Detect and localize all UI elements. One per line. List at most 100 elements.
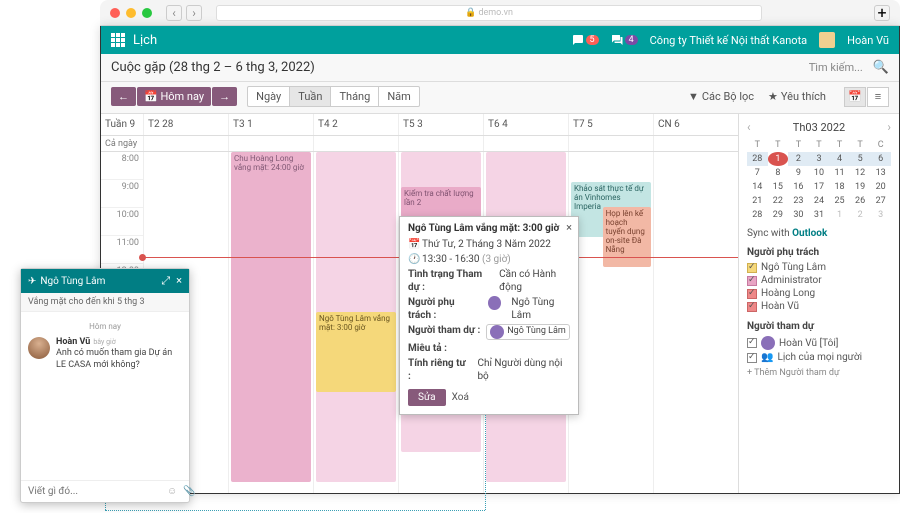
view-month-tab[interactable]: Tháng (331, 86, 379, 107)
star-icon: ★ (768, 90, 778, 103)
checkbox-icon (747, 353, 757, 363)
chat-today-label: Hôm nay (28, 316, 182, 333)
popover-status: Cần có Hành động (499, 268, 570, 294)
mini-prev-icon[interactable]: ‹ (747, 120, 751, 134)
chat-message: Hoàn Vũbây giờ Anh có muốn tham gia Dự á… (28, 337, 182, 371)
avatar-icon (761, 336, 775, 350)
attendees-title: Người tham dự (747, 321, 891, 332)
minimize-window-icon[interactable] (126, 8, 136, 18)
owner-filter[interactable]: Ngô Tùng Lâm (747, 261, 891, 274)
apps-icon[interactable] (111, 33, 125, 47)
today-button[interactable]: 📅 Hôm nay (137, 87, 211, 106)
calendar-event[interactable]: Chu Hoàng Long vắng mặt: 24:00 giờ (231, 152, 311, 482)
calendar-event[interactable]: Ngô Tùng Lâm vắng mặt: 3:00 giờ (316, 312, 396, 392)
mini-calendar[interactable]: TTTTTTC 28123456 78910111213 14151617181… (747, 138, 891, 222)
search-input[interactable]: Tìm kiếm... (809, 61, 863, 74)
avatar-icon (490, 325, 504, 339)
page-toolbar: Cuộc gặp (28 thg 2 – 6 thg 3, 2022) Tìm … (101, 54, 899, 82)
day-header[interactable]: T3 1 (228, 114, 313, 135)
controls-row: ← 📅 Hôm nay → Ngày Tuần Tháng Năm ▼Các B… (101, 82, 899, 114)
close-icon[interactable]: × (566, 221, 572, 234)
clock-icon: 🕐 (408, 253, 418, 266)
airplane-icon: ✈ (28, 276, 36, 287)
maximize-window-icon[interactable] (142, 8, 152, 18)
search-icon[interactable]: 🔍 (873, 60, 889, 75)
day-header[interactable]: T5 3 (398, 114, 483, 135)
owner-filter[interactable]: Hoàn Vũ (747, 300, 891, 313)
popover-date: Thứ Tư, 2 Tháng 3 Năm 2022 (422, 238, 551, 251)
mini-cal-title: Th03 2022 (793, 121, 845, 134)
chat-status: Vắng mặt cho đến khi 5 thg 3 (21, 293, 189, 312)
view-week-tab[interactable]: Tuần (290, 86, 331, 107)
chat-msg-text: Anh có muốn tham gia Dự án LE CASA mới k… (56, 348, 182, 371)
chat-body[interactable]: Hôm nay Hoàn Vũbây giờ Anh có muốn tham … (21, 312, 189, 480)
close-window-icon[interactable] (110, 8, 120, 18)
allday-row: Cả ngày (101, 136, 738, 152)
edit-button[interactable]: Sửa (408, 389, 446, 406)
view-year-tab[interactable]: Năm (379, 86, 419, 107)
day-header[interactable]: T4 2 (313, 114, 398, 135)
checkbox-icon (747, 302, 757, 312)
owner-filter[interactable]: Hoàng Long (747, 287, 891, 300)
url-bar[interactable]: 🔒 demo.vn (216, 5, 762, 21)
sync-outlook-link[interactable]: Sync with Outlook (747, 228, 891, 239)
chat-header[interactable]: ✈ Ngô Tùng Lâm ⤢ × (21, 269, 189, 293)
day-header[interactable]: T2 28 (143, 114, 228, 135)
attendee-filter[interactable]: Hoàn Vũ [Tôi] (747, 335, 891, 351)
mini-next-icon[interactable]: › (887, 120, 891, 134)
day-col-sat[interactable]: Khảo sát thực tế dự án Vinhomes Imperia … (568, 152, 653, 493)
calendar-event[interactable]: Họp lên kế hoạch tuyển dụng on-site Đà N… (603, 207, 651, 267)
popover-privacy: Chỉ Người dùng nội bộ (477, 357, 570, 383)
new-tab-button[interactable]: + (874, 5, 890, 21)
conversations-badge: 4 (625, 35, 638, 45)
forward-button[interactable]: › (186, 5, 202, 21)
day-col-tue[interactable]: Chu Hoàng Long vắng mặt: 24:00 giờ (228, 152, 313, 493)
avatar-icon (28, 337, 50, 359)
back-button[interactable]: ‹ (166, 5, 182, 21)
view-day-tab[interactable]: Ngày (247, 86, 290, 107)
week-label: Tuần 9 (101, 114, 143, 135)
close-icon[interactable]: × (176, 274, 182, 288)
checkbox-icon (747, 263, 757, 273)
day-header[interactable]: CN 6 (653, 114, 738, 135)
company-name[interactable]: Công ty Thiết kế Nội thất Kanota (650, 34, 808, 47)
filters-dropdown[interactable]: ▼Các Bộ lọc (688, 90, 754, 103)
attendee-filter[interactable]: 👥Lịch của mọi người (747, 351, 891, 364)
delete-button[interactable]: Xoá (452, 389, 469, 406)
chat-input[interactable] (28, 486, 161, 497)
checkbox-icon (747, 276, 757, 286)
calendar-header: Tuần 9 T2 28 T3 1 T4 2 T5 3 T6 4 T7 5 CN… (101, 114, 738, 136)
attendee-chip[interactable]: Ngô Tùng Lâm (486, 324, 569, 340)
calendar-area: Tuần 9 T2 28 T3 1 T4 2 T5 3 T6 4 T7 5 CN… (101, 114, 899, 493)
day-header[interactable]: T6 4 (483, 114, 568, 135)
list-view-icon[interactable]: ≡ (867, 87, 889, 107)
user-name[interactable]: Hoàn Vũ (847, 34, 889, 47)
favorites-dropdown[interactable]: ★Yêu thích (768, 90, 826, 103)
next-button[interactable]: → (212, 87, 237, 106)
calendar-event[interactable]: Kiểm tra chất lượng lần 2 (401, 187, 481, 217)
messages-icon[interactable]: 5 (572, 34, 599, 46)
app-title[interactable]: Lịch (133, 33, 157, 48)
add-attendee-link[interactable]: + Thêm Người tham dự (747, 368, 891, 378)
conversations-icon[interactable]: 4 (611, 34, 638, 46)
popover-time: 13:30 - 16:30 (3 giờ) (422, 253, 511, 266)
messages-badge: 5 (586, 35, 599, 45)
popover-desc-label: Miêu tả : (408, 342, 447, 355)
calendar-sidebar: ‹ Th03 2022 › TTTTTTC 28123456 789101112… (739, 114, 899, 493)
prev-button[interactable]: ← (111, 87, 136, 106)
calendar-view-icon[interactable]: 📅 (844, 87, 866, 107)
calendar-icon: 📅 (144, 90, 158, 103)
attach-icon[interactable]: 📎 (183, 486, 195, 497)
day-col-wed[interactable]: Ngô Tùng Lâm vắng mặt: 3:00 giờ (313, 152, 398, 493)
popover-owner: Ngô Tùng Lâm (511, 296, 570, 322)
user-avatar-icon[interactable] (819, 32, 835, 48)
owner-filter[interactable]: Administrator (747, 274, 891, 287)
chat-composer: ☺ 📎 (21, 480, 189, 502)
owners-title: Người phụ trách (747, 247, 891, 258)
expand-icon[interactable]: ⤢ (161, 274, 170, 288)
day-col-sun[interactable] (653, 152, 738, 493)
emoji-icon[interactable]: ☺ (167, 486, 177, 497)
day-header[interactable]: T7 5 (568, 114, 653, 135)
chat-title: Ngô Tùng Lâm (40, 276, 105, 287)
view-tabs: Ngày Tuần Tháng Năm (247, 86, 420, 107)
